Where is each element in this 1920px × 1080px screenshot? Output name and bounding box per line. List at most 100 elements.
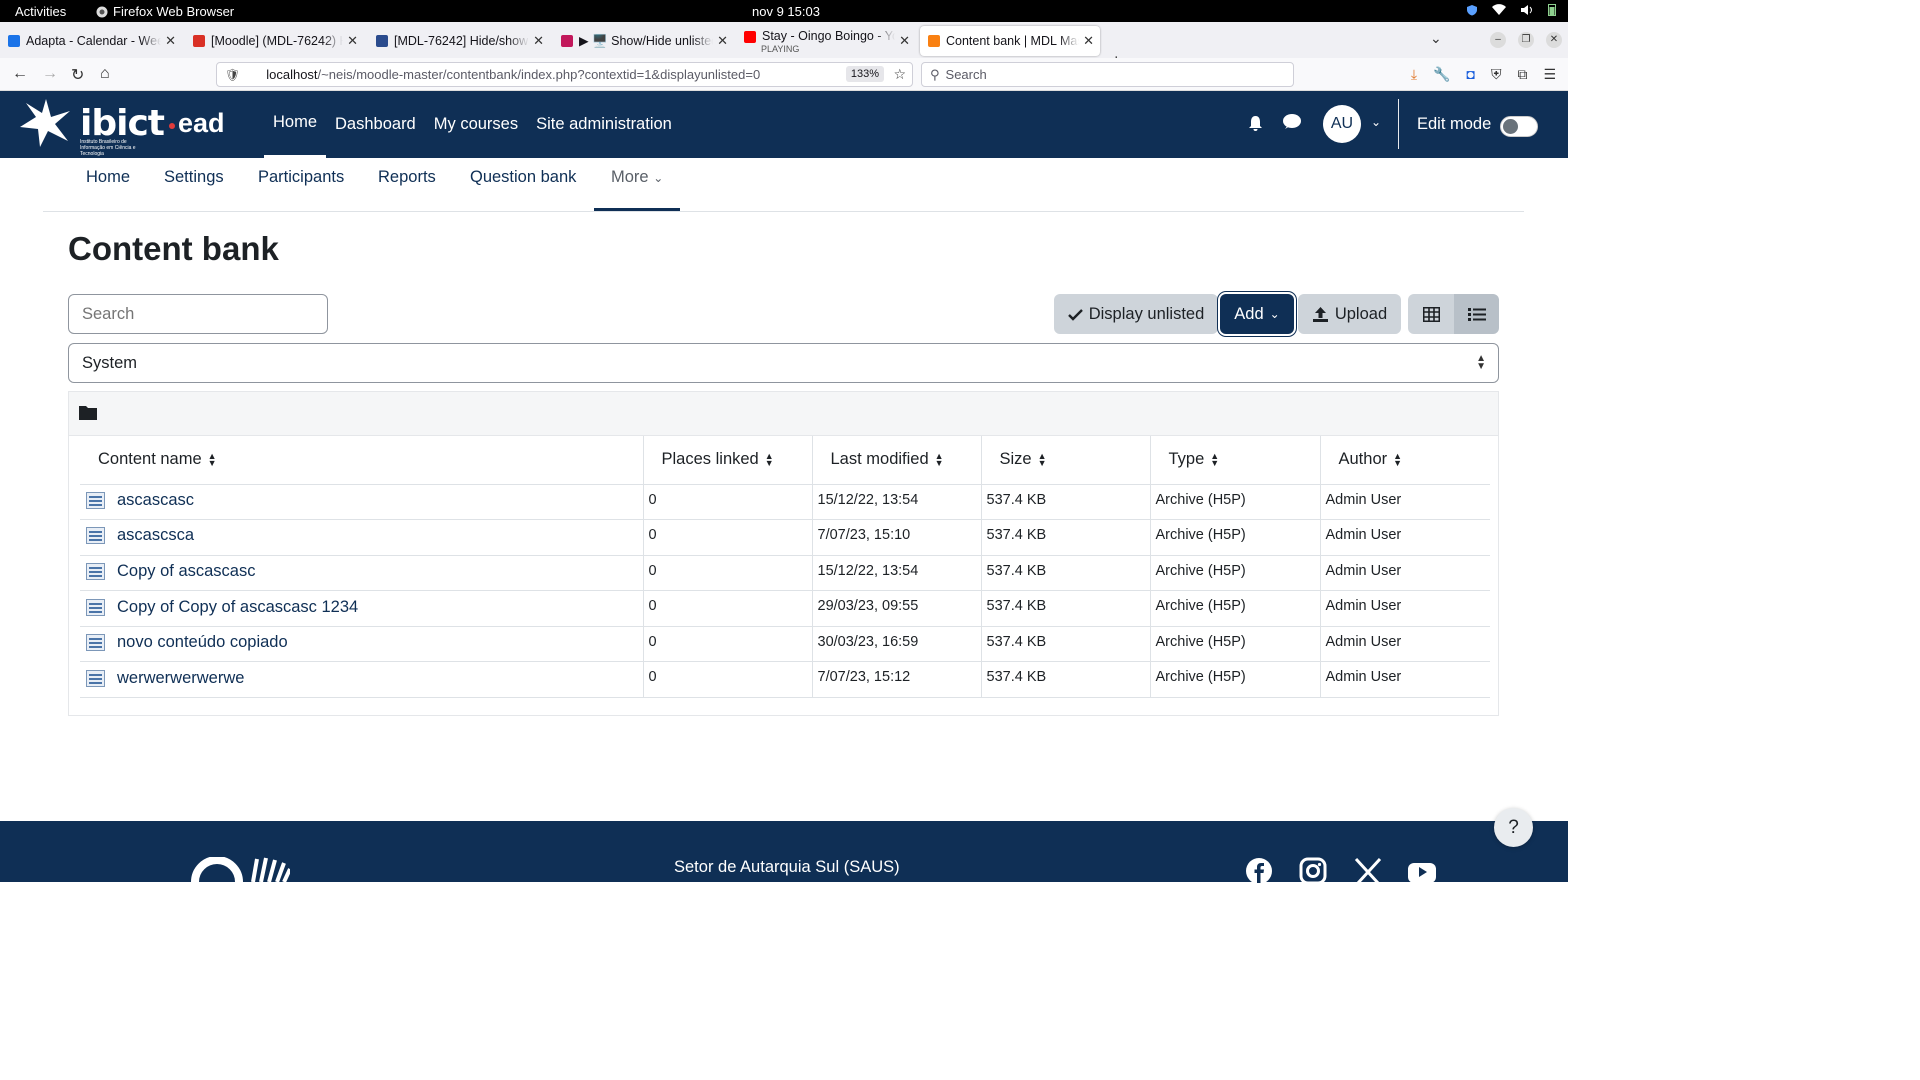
sort-icon: ▲ ▼ (207, 450, 217, 468)
clock[interactable]: nov 9 15:03 (752, 4, 820, 19)
browser-tab[interactable]: [Moodle] (MDL-76242) Hide/show ✕ (193, 26, 358, 56)
column-header-places-linked[interactable]: Places linked ▲ ▼ (642, 436, 812, 485)
display-unlisted-button[interactable]: Display unlisted (1054, 294, 1218, 334)
bitwarden-icon[interactable]: ◘ (1466, 66, 1474, 83)
activities-button[interactable]: Activities (15, 4, 66, 19)
tab-list-chevron-icon[interactable]: ⌄ (1430, 30, 1442, 47)
content-link[interactable]: werwerwerwerwe (86, 669, 244, 688)
browser-tab[interactable]: [MDL-76242] Hide/show content ✕ (376, 26, 544, 56)
forward-arrow-icon[interactable]: → (42, 65, 58, 83)
cell-type: Archive (H5P) (1149, 519, 1320, 556)
brand-tagline: Instituto Brasileiro de Informação em Ci… (80, 139, 136, 157)
content-link[interactable]: Copy of Copy of ascascasc 1234 (86, 598, 358, 617)
column-header-last-modified[interactable]: Last modified ▲ ▼ (811, 436, 981, 485)
header-divider (1398, 99, 1399, 149)
maximize-icon[interactable]: ❐ (1518, 32, 1534, 48)
tools-icon[interactable]: 🔧 (1433, 66, 1450, 83)
x-twitter-icon[interactable] (1354, 857, 1382, 883)
column-header-content-name[interactable]: Content name ▲ ▼ (80, 436, 643, 485)
cell-places-linked: 0 (642, 519, 812, 556)
instagram-icon[interactable] (1299, 857, 1327, 883)
secondary-navigation: Home Settings Participants Reports Quest… (43, 158, 1524, 212)
home-icon[interactable]: ⌂ (100, 65, 110, 83)
content-link[interactable]: ascascasc (86, 491, 194, 510)
active-tab-underline (594, 208, 680, 211)
site-logo[interactable]: ibict Instituto Brasileiro de Informação… (18, 97, 225, 157)
content-name: novo conteúdo copiado (117, 633, 288, 652)
list-icon (1467, 307, 1486, 321)
close-icon[interactable]: ✕ (717, 33, 728, 49)
system-tray[interactable] (1466, 3, 1556, 16)
sort-icon: ▲ ▼ (1037, 450, 1047, 468)
cell-author: Admin User (1319, 484, 1490, 521)
browser-tab-active[interactable]: Content bank | MDL Master ✕ (920, 26, 1100, 56)
nav-home[interactable]: Home (264, 91, 327, 158)
app-menu[interactable]: Firefox Web Browser (96, 4, 234, 19)
browser-tab[interactable]: ▶ 🖥️ Show/Hide unlisted c ✕ (561, 26, 728, 56)
browser-tab[interactable]: Stay - Oingo Boingo - YouTube PLAYING ✕ (744, 26, 910, 56)
chevron-down-icon[interactable]: ⌄ (1371, 115, 1381, 129)
window-close-icon[interactable]: ✕ (1546, 32, 1562, 48)
ibict-star-logo-icon (20, 99, 70, 147)
bookmark-star-icon[interactable]: ☆ (893, 66, 906, 83)
context-select[interactable]: System ▲ ▼ (68, 343, 1499, 383)
nav-site-administration[interactable]: Site administration (527, 91, 681, 158)
secondary-nav-home[interactable]: Home (86, 168, 130, 187)
list-view-button[interactable] (1454, 294, 1499, 334)
reload-icon[interactable]: ↻ (71, 65, 84, 85)
content-link[interactable]: ascascsca (86, 526, 194, 545)
back-arrow-icon[interactable]: ← (12, 65, 28, 83)
privacy-badger-icon[interactable]: ⛨ (1491, 66, 1502, 83)
column-header-type[interactable]: Type ▲ ▼ (1149, 436, 1320, 485)
grid-view-button[interactable] (1408, 294, 1454, 334)
secondary-nav-reports[interactable]: Reports (378, 168, 436, 187)
secondary-nav-settings[interactable]: Settings (164, 168, 224, 187)
site-header: ibict Instituto Brasileiro de Informação… (0, 91, 1568, 158)
secondary-nav-participants[interactable]: Participants (258, 168, 344, 187)
h5p-file-icon (86, 527, 105, 545)
user-avatar[interactable]: AU (1323, 105, 1361, 143)
edit-mode-toggle[interactable] (1500, 116, 1538, 137)
calendar-favicon-icon (8, 35, 20, 47)
content-name: werwerwerwerwe (117, 668, 245, 687)
sort-icon: ▲ ▼ (1393, 450, 1403, 468)
nav-my-courses[interactable]: My courses (425, 91, 527, 158)
content-search-input[interactable] (68, 294, 328, 334)
menu-icon[interactable]: ☰ (1543, 66, 1556, 83)
minimize-icon[interactable]: – (1490, 32, 1506, 48)
facebook-icon[interactable] (1245, 857, 1273, 883)
address-bar[interactable]: 🛡 localhost/~neis/moodle-master/contentb… (216, 62, 913, 87)
chevron-down-icon: ⌄ (653, 171, 664, 185)
secondary-nav-question-bank[interactable]: Question bank (470, 168, 576, 187)
upload-button[interactable]: Upload (1298, 294, 1401, 334)
youtube-icon[interactable] (1408, 857, 1436, 883)
add-content-button[interactable]: Add ⌄ (1220, 294, 1294, 334)
content-table: Content name ▲ ▼ Places linked ▲ ▼ Last modi… (80, 436, 1490, 699)
column-header-author[interactable]: Author ▲ ▼ (1319, 436, 1490, 485)
browser-tab[interactable]: Adapta - Calendar - Week ✕ (8, 26, 176, 56)
zoom-level[interactable]: 133% (845, 66, 884, 82)
tab-title: [MDL-76242] Hide/show content (394, 34, 529, 48)
notifications-bell-icon[interactable] (1247, 115, 1264, 137)
content-link[interactable]: Copy of ascascasc (86, 562, 255, 581)
close-icon[interactable]: ✕ (533, 33, 544, 49)
extensions-icon[interactable]: ⧉ (1517, 66, 1527, 83)
content-link[interactable]: novo conteúdo copiado (86, 633, 288, 652)
upload-icon (1312, 306, 1328, 322)
close-icon[interactable]: ✕ (165, 33, 176, 49)
browser-tab-strip: Adapta - Calendar - Week ✕ [Moodle] (MDL… (0, 22, 1568, 71)
messages-chat-icon[interactable] (1282, 113, 1302, 136)
help-button[interactable]: ? (1494, 808, 1533, 847)
column-header-size[interactable]: Size ▲ ▼ (980, 436, 1150, 485)
secondary-nav-more[interactable]: More ⌄ (611, 168, 663, 187)
cell-last-modified: 29/03/23, 09:55 (811, 590, 981, 627)
close-icon[interactable]: ✕ (347, 33, 358, 49)
cell-places-linked: 0 (642, 661, 812, 699)
close-icon[interactable]: ✕ (899, 33, 910, 49)
search-bar[interactable]: ⚲ Search (921, 62, 1294, 87)
cell-size: 537.4 KB (980, 626, 1150, 663)
close-icon[interactable]: ✕ (1083, 33, 1094, 49)
folder-icon[interactable] (79, 404, 97, 420)
nav-dashboard[interactable]: Dashboard (326, 91, 425, 158)
downloads-icon[interactable]: ⤓ (1411, 66, 1417, 83)
